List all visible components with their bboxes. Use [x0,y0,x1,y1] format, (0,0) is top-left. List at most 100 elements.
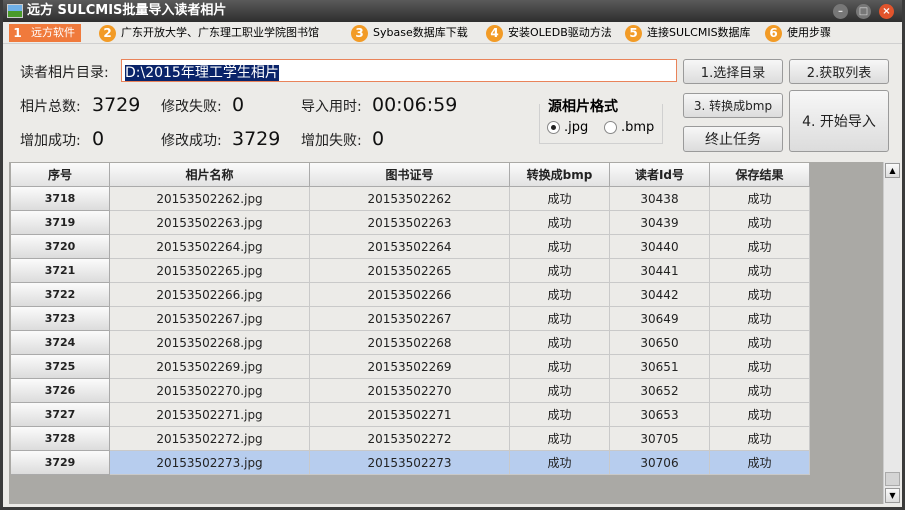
jpg-radio[interactable]: .jpg [547,120,588,135]
step-number-icon: 3 [351,24,368,42]
table-cell: 成功 [710,331,810,355]
row-header: 3728 [11,427,110,451]
start-import-button[interactable]: 4. 开始导入 [789,90,889,152]
table-cell: 20153502266 [310,283,510,307]
menu-item-label: 广东开放大学、广东理工职业学院图书馆 [121,26,319,39]
jpg-label: .jpg [564,120,589,135]
menu-item-label: 远方软件 [31,26,75,39]
step-number-icon: 6 [765,24,782,42]
table-row[interactable]: 3720 20153502264.jpg 20153502264 成功 30440 成功 [11,235,810,259]
close-button[interactable]: × [879,4,894,19]
table-row[interactable]: 3719 20153502263.jpg 20153502263 成功 30439 成功 [11,211,810,235]
scroll-thumb[interactable] [885,472,900,486]
get-list-button[interactable]: 2.获取列表 [789,59,889,84]
table-cell: 20153502269 [310,355,510,379]
table-cell: 20153502271.jpg [110,403,310,427]
table-row[interactable]: 3724 20153502268.jpg 20153502268 成功 30650 成功 [11,331,810,355]
table-row[interactable]: 3725 20153502269.jpg 20153502269 成功 30651 成功 [11,355,810,379]
table-cell: 20153502272 [310,427,510,451]
menu-item-4[interactable]: 4 安装OLEDB驱动方法 [486,24,612,42]
table-row[interactable]: 3723 20153502267.jpg 20153502267 成功 30649 成功 [11,307,810,331]
stop-task-button[interactable]: 终止任务 [683,126,783,152]
table-cell: 20153502267.jpg [110,307,310,331]
scroll-up-icon[interactable]: ▲ [885,163,900,178]
convert-bmp-button[interactable]: 3. 转换成bmp [683,93,783,118]
total-label: 相片总数: [20,99,81,115]
menu-item-label: 安装OLEDB驱动方法 [508,26,612,39]
addok-label: 增加成功: [20,133,81,149]
maximize-button[interactable]: □ [856,4,871,19]
time-label: 导入用时: [301,99,362,115]
table-cell: 20153502270.jpg [110,379,310,403]
row-header: 3725 [11,355,110,379]
row-header: 3720 [11,235,110,259]
table-cell: 30441 [610,259,710,283]
table-cell: 成功 [710,187,810,211]
menu-item-label: Sybase数据库下载 [373,26,468,39]
menu-item-1[interactable]: 1 远方软件 [9,24,81,42]
table-cell: 30705 [610,427,710,451]
menu-item-label: 连接SULCMIS数据库 [647,26,751,39]
table-row[interactable]: 3721 20153502265.jpg 20153502265 成功 30441 成功 [11,259,810,283]
dir-input[interactable]: D:\2015年理工学生相片 [121,59,677,82]
window-title: 远方 SULCMIS批量导入读者相片 [27,3,227,18]
addok-value: 0 [92,128,105,150]
column-header[interactable]: 转换成bmp [510,163,610,187]
menu-item-2[interactable]: 2 广东开放大学、广东理工职业学院图书馆 [99,24,319,42]
table-cell: 20153502270 [310,379,510,403]
menu-item-6[interactable]: 6 使用步骤 [765,24,831,42]
step-number-icon: 5 [625,24,642,42]
table-cell: 30439 [610,211,710,235]
table-cell: 30651 [610,355,710,379]
bmp-radio[interactable]: .bmp [604,120,654,135]
row-header: 3719 [11,211,110,235]
table-header: 序号 相片名称 图书证号 转换成bmp 读者Id号 保存结果 [11,163,810,187]
table-row[interactable]: 3726 20153502270.jpg 20153502270 成功 30652 成功 [11,379,810,403]
row-header: 3724 [11,331,110,355]
table-cell: 成功 [710,235,810,259]
table-cell: 成功 [510,259,610,283]
column-header[interactable]: 读者Id号 [610,163,710,187]
table-cell: 20153502271 [310,403,510,427]
row-header: 3721 [11,259,110,283]
table-row[interactable]: 3727 20153502271.jpg 20153502271 成功 30653 成功 [11,403,810,427]
menu-item-3[interactable]: 3 Sybase数据库下载 [351,24,468,42]
modfail-value: 0 [232,94,245,116]
table-cell: 成功 [510,307,610,331]
table-cell: 成功 [510,235,610,259]
modok-value: 3729 [232,128,281,150]
bmp-label: .bmp [621,120,655,135]
minimize-button[interactable]: – [833,4,848,19]
table-cell: 30653 [610,403,710,427]
table-cell: 成功 [510,379,610,403]
table-row[interactable]: 3729 20153502273.jpg 20153502273 成功 30706 成功 [11,451,810,475]
table-cell: 20153502262 [310,187,510,211]
row-header: 3727 [11,403,110,427]
column-header[interactable]: 相片名称 [110,163,310,187]
table-cell: 成功 [510,283,610,307]
table-cell: 成功 [510,187,610,211]
row-header: 3726 [11,379,110,403]
table-cell: 20153502262.jpg [110,187,310,211]
table-cell: 30706 [610,451,710,475]
column-header[interactable]: 序号 [11,163,110,187]
modfail-label: 修改失败: [161,99,222,115]
scroll-down-icon[interactable]: ▼ [885,488,900,503]
table-cell: 成功 [710,379,810,403]
table-row[interactable]: 3728 20153502272.jpg 20153502272 成功 30705 成功 [11,427,810,451]
column-header[interactable]: 保存结果 [710,163,810,187]
table-row[interactable]: 3722 20153502266.jpg 20153502266 成功 30442 成功 [11,283,810,307]
table-cell: 20153502267 [310,307,510,331]
table-cell: 30649 [610,307,710,331]
dir-label: 读者相片目录: [20,65,109,81]
dir-value: D:\2015年理工学生相片 [125,65,279,81]
table-row[interactable]: 3718 20153502262.jpg 20153502262 成功 30438 成功 [11,187,810,211]
table-cell: 20153502263 [310,211,510,235]
table-cell: 成功 [510,211,610,235]
table-cell: 30442 [610,283,710,307]
vertical-scrollbar[interactable]: ▲ ▼ [883,162,900,504]
select-dir-button[interactable]: 1.选择目录 [683,59,783,84]
row-header: 3723 [11,307,110,331]
column-header[interactable]: 图书证号 [310,163,510,187]
menu-item-5[interactable]: 5 连接SULCMIS数据库 [625,24,751,42]
